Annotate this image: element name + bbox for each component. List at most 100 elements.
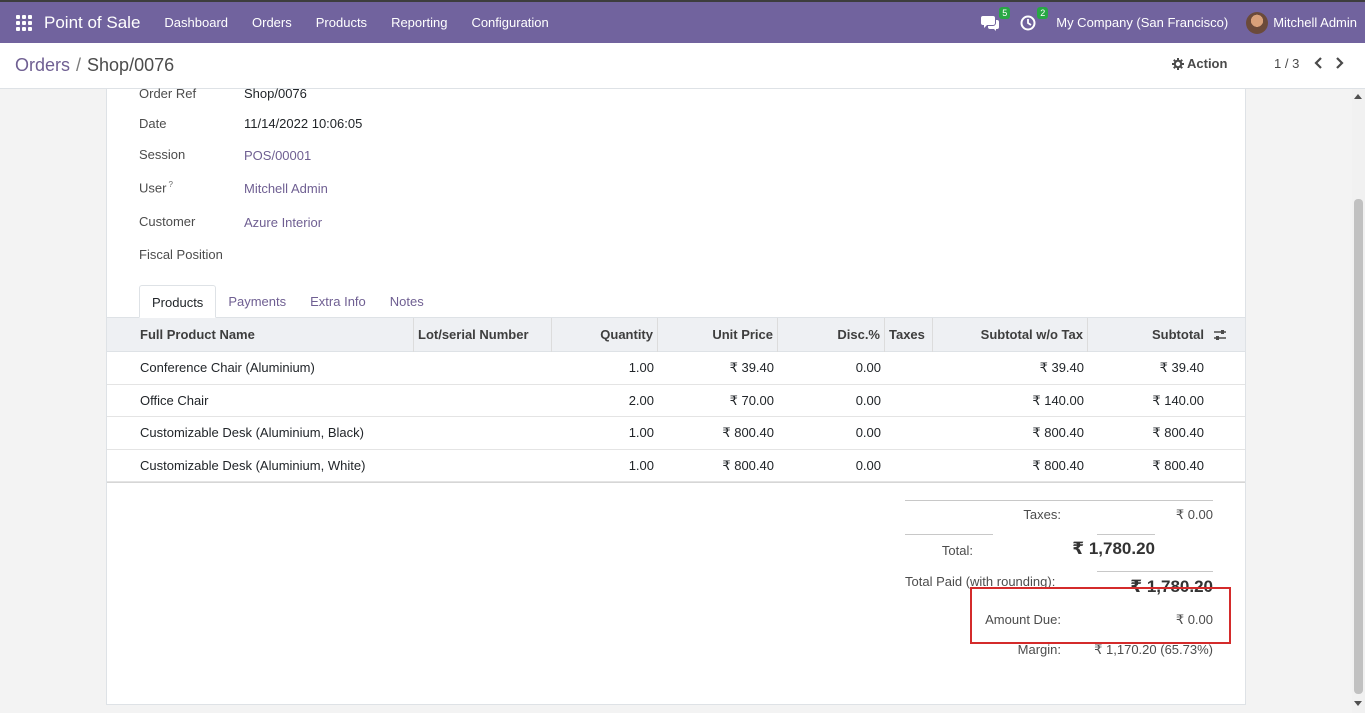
tab-products[interactable]: Products [139, 285, 217, 318]
date-value: 11/14/2022 10:06:05 [244, 116, 363, 131]
user-help-icon[interactable]: ? [168, 180, 172, 189]
tab-payments[interactable]: Payments [216, 285, 298, 318]
amount-due-highlight [970, 587, 1231, 644]
col-taxes[interactable]: Taxes [885, 318, 933, 352]
fiscal-position-label: Fiscal Position [139, 247, 223, 262]
action-label: Action [1187, 56, 1228, 71]
order-lines-table: Full Product Name Lot/serial Number Quan… [107, 318, 1245, 483]
customer-link[interactable]: Azure Interior [244, 215, 322, 230]
user-label-text: User [139, 180, 167, 196]
activities-button[interactable]: 2 [1018, 6, 1049, 33]
cell-product-name: Office Chair [140, 392, 209, 408]
user-menu[interactable]: Mitchell Admin [1246, 11, 1357, 34]
cell-subtotal-wo-tax: ₹ 140.00 [1032, 392, 1084, 408]
avatar [1246, 11, 1269, 34]
chevron-left-icon [1314, 57, 1322, 69]
breadcrumb-separator: / [76, 55, 82, 75]
cell-product-name: Conference Chair (Aluminium) [140, 360, 315, 375]
clock-icon [1020, 15, 1036, 30]
cell-disc: 0.00 [855, 360, 881, 375]
cell-unit-price: ₹ 70.00 [729, 392, 774, 408]
page-scrollbar[interactable] [1352, 89, 1365, 713]
table-row[interactable]: Conference Chair (Aluminium) 1.00 ₹ 39.4… [107, 352, 1245, 385]
menu-dashboard[interactable]: Dashboard [152, 15, 240, 30]
col-subtotal[interactable]: Subtotal [1088, 318, 1208, 352]
apps-menu-icon[interactable] [16, 14, 32, 31]
cell-subtotal-wo-tax: ₹ 800.40 [1032, 457, 1084, 473]
scroll-down-arrow-icon[interactable] [1354, 701, 1362, 706]
messages-button[interactable]: 5 [980, 6, 1011, 33]
total-paid-divider [1097, 571, 1213, 572]
table-header: Full Product Name Lot/serial Number Quan… [107, 318, 1245, 352]
app-brand[interactable]: Point of Sale [44, 13, 140, 33]
cell-disc: 0.00 [855, 457, 881, 473]
table-bottom-border [107, 482, 1245, 483]
cell-subtotal-wo-tax: ₹ 800.40 [1032, 425, 1084, 440]
cell-quantity: 1.00 [628, 360, 654, 375]
col-quantity[interactable]: Quantity [552, 318, 658, 352]
scroll-up-arrow-icon[interactable] [1354, 94, 1362, 99]
col-full-product-name[interactable]: Full Product Name [136, 318, 414, 352]
chevron-right-icon [1336, 57, 1344, 69]
cell-product-name: Customizable Desk (Aluminium, Black) [140, 425, 364, 440]
breadcrumb: Orders / Shop/0076 [15, 55, 174, 76]
cell-quantity: 1.00 [628, 457, 654, 473]
total-divider-right [1097, 534, 1155, 535]
cell-subtotal: ₹ 800.40 [1152, 457, 1204, 473]
menu-orders[interactable]: Orders [240, 15, 304, 30]
tab-notes[interactable]: Notes [378, 285, 436, 318]
cell-unit-price: ₹ 800.40 [722, 457, 774, 473]
col-lot-serial-number[interactable]: Lot/serial Number [414, 318, 552, 352]
messages-badge: 5 [999, 6, 1011, 19]
order-ref-label: Order Ref [139, 86, 197, 101]
tab-extra-info[interactable]: Extra Info [298, 285, 378, 318]
user-link[interactable]: Mitchell Admin [244, 181, 328, 196]
cell-disc: 0.00 [855, 392, 881, 408]
chat-icon [981, 15, 1000, 31]
menu-configuration[interactable]: Configuration [459, 15, 560, 30]
total-label: Total: [941, 543, 973, 558]
cell-unit-price: ₹ 39.40 [729, 360, 774, 375]
control-panel: Orders / Shop/0076 Action 1 / 3 [0, 43, 1365, 89]
breadcrumb-current: Shop/0076 [87, 55, 175, 75]
cell-subtotal: ₹ 39.40 [1159, 360, 1204, 375]
table-row[interactable]: Office Chair 2.00 ₹ 70.00 0.00 ₹ 140.00 … [107, 385, 1245, 417]
top-navbar: Point of Sale Dashboard Orders Products … [0, 0, 1365, 43]
user-label: User? [139, 180, 173, 195]
col-subtotal-wo-tax[interactable]: Subtotal w/o Tax [933, 318, 1088, 352]
table-row[interactable]: Customizable Desk (Aluminium, White) 1.0… [107, 450, 1245, 482]
optional-columns-icon[interactable] [1213, 329, 1227, 341]
breadcrumb-orders-link[interactable]: Orders [15, 55, 70, 75]
cell-subtotal-wo-tax: ₹ 39.40 [1039, 360, 1084, 375]
company-switcher[interactable]: My Company (San Francisco) [1056, 15, 1228, 30]
menu-reporting[interactable]: Reporting [379, 15, 459, 30]
taxes-total-label: Taxes: [1023, 507, 1061, 522]
user-name: Mitchell Admin [1273, 15, 1357, 30]
pager-value[interactable]: 1 / 3 [1274, 56, 1299, 71]
cell-subtotal: ₹ 140.00 [1152, 392, 1204, 408]
session-label: Session [139, 147, 186, 162]
date-label: Date [139, 116, 167, 131]
cell-unit-price: ₹ 800.40 [722, 425, 774, 440]
session-link[interactable]: POS/00001 [244, 148, 311, 163]
pager-next-button[interactable] [1333, 55, 1347, 71]
table-row[interactable]: Customizable Desk (Aluminium, Black) 1.0… [107, 417, 1245, 450]
scrollbar-thumb[interactable] [1354, 199, 1363, 694]
total-value: ₹ 1,780.20 [1072, 539, 1155, 558]
cell-quantity: 2.00 [628, 392, 654, 408]
order-ref-value: Shop/0076 [244, 86, 307, 101]
total-divider-left [905, 534, 993, 535]
cell-subtotal: ₹ 800.40 [1152, 425, 1204, 440]
margin-label: Margin: [1017, 642, 1061, 657]
notebook-tabs: Products Payments Extra Info Notes [139, 285, 436, 318]
pager-previous-button[interactable] [1311, 55, 1325, 71]
gear-icon [1172, 57, 1184, 70]
action-button[interactable]: Action [1172, 56, 1227, 71]
menu-products[interactable]: Products [304, 15, 379, 30]
cell-product-name: Customizable Desk (Aluminium, White) [140, 457, 366, 473]
customer-label: Customer [139, 214, 196, 229]
margin-value: ₹ 1,170.20 (65.73%) [1094, 642, 1213, 657]
col-unit-price[interactable]: Unit Price [658, 318, 778, 352]
cell-quantity: 1.00 [628, 425, 654, 440]
col-disc[interactable]: Disc.% [778, 318, 885, 352]
